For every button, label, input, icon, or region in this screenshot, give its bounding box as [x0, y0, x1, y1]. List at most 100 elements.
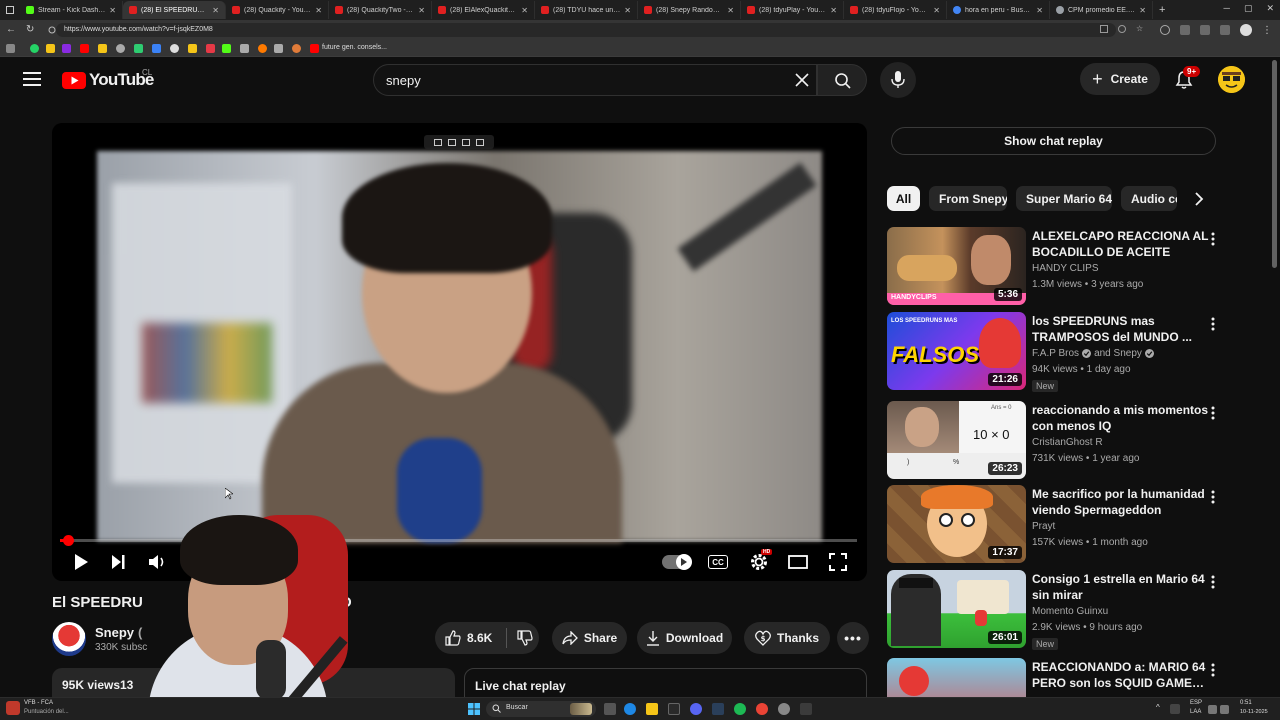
- youtube-bookmark-icon[interactable]: [80, 44, 89, 53]
- extension-icon[interactable]: [1160, 25, 1170, 35]
- autoplay-toggle[interactable]: [662, 554, 692, 570]
- video-thumbnail[interactable]: Ans = 0 10 × 0 ) % 26:23: [887, 401, 1026, 479]
- kick-bookmark-icon[interactable]: [222, 44, 231, 53]
- tray-app-icon[interactable]: [1170, 704, 1180, 714]
- browser-tab[interactable]: (28) ElAlexQuackity - YouTube ✕: [432, 1, 535, 19]
- tab-menu-icon[interactable]: [0, 1, 20, 19]
- browser-tab[interactable]: CPM promedio EE.UU. ✕: [1050, 1, 1153, 19]
- overlay-tool-icon[interactable]: [462, 138, 470, 146]
- recommendation-title[interactable]: Consigo 1 estrella en Mario 64 sin mirar: [1032, 571, 1212, 603]
- store-icon[interactable]: [668, 703, 680, 715]
- chip-from-snepy[interactable]: From Snepy: [929, 186, 1007, 211]
- recommendation-channel[interactable]: F.A.P Bros: [1032, 348, 1079, 359]
- thumbs-up-icon[interactable]: [445, 630, 461, 646]
- profile-avatar-icon[interactable]: [1240, 24, 1252, 36]
- recommendation-item[interactable]: LOS SPEEDRUNS MAS FALSOS 21:26 los SPEED…: [887, 312, 1227, 392]
- recommendation-title[interactable]: Me sacrifico por la humanidad viendo Spe…: [1032, 486, 1212, 518]
- recommendation-title[interactable]: ALEXELCAPO REACCIONA AL BOCADILLO DE ACE…: [1032, 228, 1212, 260]
- bookmark-icon[interactable]: [116, 44, 125, 53]
- more-vertical-icon[interactable]: [1209, 489, 1217, 505]
- chip-audio[interactable]: Audio co: [1121, 186, 1177, 211]
- bookmark-icon[interactable]: [134, 44, 143, 53]
- recommendation-title[interactable]: REACCIONANDO a: MARIO 64 PERO son los SQ…: [1032, 659, 1212, 691]
- share-button[interactable]: Share: [552, 622, 627, 654]
- notifications-button[interactable]: 9+: [1174, 66, 1201, 95]
- new-tab-button[interactable]: +: [1159, 4, 1165, 16]
- task-view-icon[interactable]: [604, 703, 616, 715]
- close-tab-icon[interactable]: ✕: [830, 6, 837, 15]
- minimize-window-button[interactable]: ─: [1224, 3, 1230, 14]
- browser-tab[interactable]: Stream - Kick Dashboard ✕: [20, 1, 123, 19]
- subtitles-cc-icon[interactable]: CC: [708, 555, 728, 569]
- site-info-icon[interactable]: [48, 26, 56, 34]
- browser-tab[interactable]: (28) TDYU hace un TIER ✕: [535, 1, 638, 19]
- keyboard-language[interactable]: ESP: [1190, 700, 1202, 706]
- close-tab-icon[interactable]: ✕: [727, 6, 734, 15]
- file-explorer-icon[interactable]: [646, 703, 658, 715]
- close-window-button[interactable]: ✕: [1266, 3, 1274, 14]
- edge-browser-icon[interactable]: [624, 703, 636, 715]
- bookmark-icon[interactable]: [188, 44, 197, 53]
- clear-search-icon[interactable]: [794, 72, 810, 88]
- next-video-icon[interactable]: [110, 554, 126, 570]
- like-count[interactable]: 8.6K: [467, 631, 492, 645]
- video-thumbnail[interactable]: 26:01: [887, 570, 1026, 648]
- speaker-icon[interactable]: [1220, 705, 1229, 714]
- bookmark-icon[interactable]: [152, 44, 161, 53]
- recommendation-item[interactable]: 17:37 Me sacrifico por la humanidad vien…: [887, 485, 1227, 565]
- spotify-icon[interactable]: [734, 703, 746, 715]
- app-icon[interactable]: [800, 703, 812, 715]
- bookmark-star-icon[interactable]: ☆: [1136, 25, 1143, 33]
- clock-time[interactable]: 0:51: [1240, 700, 1252, 706]
- apps-icon[interactable]: [6, 44, 15, 53]
- steam-icon[interactable]: [712, 703, 724, 715]
- overlay-tool-icon[interactable]: [448, 138, 456, 146]
- recommendation-channel[interactable]: HANDY CLIPS: [1032, 263, 1099, 274]
- bookmark-icon[interactable]: [240, 44, 249, 53]
- chrome-icon[interactable]: [756, 703, 768, 715]
- recommendation-channel[interactable]: Prayt: [1032, 521, 1055, 532]
- page-scrollbar-thumb[interactable]: [1272, 60, 1277, 268]
- progress-scrubber[interactable]: [62, 535, 74, 546]
- thumbs-down-icon[interactable]: [517, 630, 533, 646]
- more-actions-button[interactable]: •••: [837, 622, 869, 654]
- browser-tab[interactable]: (28) tdyuFlojo - YouTube ✕: [844, 1, 947, 19]
- browser-tab[interactable]: (28) Snepy Random - YouTube ✕: [638, 1, 741, 19]
- chip-super-mario-64[interactable]: Super Mario 64: [1016, 186, 1112, 211]
- recommendation-channel-collab[interactable]: and Snepy: [1094, 348, 1142, 359]
- browser-menu-icon[interactable]: ⋮: [1262, 25, 1272, 36]
- extensions-puzzle-icon[interactable]: [1180, 25, 1190, 35]
- video-thumbnail[interactable]: LOS SPEEDRUNS MAS FALSOS 21:26: [887, 312, 1026, 390]
- bookmark-star-icon[interactable]: [46, 44, 55, 53]
- github-icon[interactable]: [170, 44, 179, 53]
- user-avatar[interactable]: [1218, 66, 1245, 93]
- recommendation-channel[interactable]: CristianGhost R: [1032, 437, 1103, 448]
- close-tab-icon[interactable]: ✕: [315, 6, 322, 15]
- create-button[interactable]: + Create: [1080, 63, 1160, 95]
- maximize-window-button[interactable]: ▢: [1244, 3, 1253, 14]
- channel-avatar[interactable]: [52, 622, 86, 656]
- bookmark-icon[interactable]: [258, 44, 267, 53]
- close-tab-icon[interactable]: ✕: [933, 6, 940, 15]
- more-vertical-icon[interactable]: [1209, 405, 1217, 421]
- recommendation-title[interactable]: reaccionando a mis momentos con menos IQ: [1032, 402, 1212, 434]
- sidepanel-icon[interactable]: [1220, 25, 1230, 35]
- settings-button[interactable]: HD: [749, 549, 773, 577]
- recommendation-item[interactable]: REACCIONANDO a: MARIO 64 PERO son los SQ…: [887, 658, 1227, 697]
- install-app-icon[interactable]: [1100, 25, 1108, 33]
- youtube-bookmark-icon[interactable]: [310, 44, 319, 53]
- bookmark-label[interactable]: future gen. consels...: [322, 44, 387, 51]
- star-bookmark-icon[interactable]: [98, 44, 107, 53]
- close-tab-icon[interactable]: ✕: [624, 6, 631, 15]
- close-tab-icon[interactable]: ✕: [212, 6, 219, 15]
- taskbar-search-box[interactable]: Buscar: [486, 701, 596, 717]
- wifi-icon[interactable]: [1208, 705, 1217, 714]
- settings-gear-icon[interactable]: [778, 703, 790, 715]
- browser-tab[interactable]: (28) QuackityTwo - YouTube ✕: [329, 1, 432, 19]
- discord-icon[interactable]: [690, 703, 702, 715]
- more-vertical-icon[interactable]: [1209, 316, 1217, 332]
- hamburger-menu-icon[interactable]: [23, 72, 41, 86]
- system-tray-chevron-icon[interactable]: ^: [1156, 703, 1160, 712]
- recommendation-item[interactable]: 26:01 Consigo 1 estrella en Mario 64 sin…: [887, 570, 1227, 650]
- close-tab-icon[interactable]: ✕: [109, 6, 116, 15]
